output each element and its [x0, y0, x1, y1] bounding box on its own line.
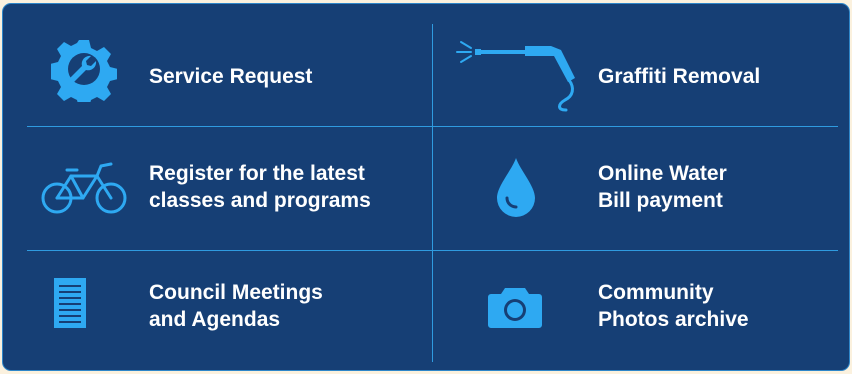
tile-label: Service Request — [149, 65, 313, 88]
tile-label: Online Water Bill payment — [598, 162, 727, 212]
row-divider — [27, 126, 838, 127]
quick-links-panel: Service Request Graffiti Removal Registe… — [2, 3, 850, 371]
service-request-link[interactable]: Service Request — [23, 24, 423, 124]
row-divider — [27, 250, 838, 251]
camera-icon — [487, 286, 543, 328]
tile-label: Register for the latest classes and progr… — [149, 162, 371, 212]
water-drop-icon — [495, 156, 537, 218]
water-bill-link[interactable]: Online Water Bill payment — [443, 132, 833, 244]
council-meetings-link[interactable]: Council Meetings and Agendas — [23, 254, 423, 359]
gear-wrench-icon — [51, 36, 117, 102]
column-divider — [432, 24, 433, 362]
tile-label: Community Photos archive — [598, 281, 749, 331]
tile-label: Graffiti Removal — [598, 65, 761, 88]
register-classes-link[interactable]: Register for the latest classes and progr… — [23, 132, 423, 244]
document-icon — [53, 277, 87, 329]
graffiti-removal-link[interactable]: Graffiti Removal — [443, 24, 833, 124]
tile-label: Council Meetings and Agendas — [149, 281, 323, 331]
community-photos-link[interactable]: Community Photos archive — [443, 254, 833, 359]
pressure-washer-icon — [455, 36, 585, 112]
bicycle-icon — [41, 162, 127, 216]
